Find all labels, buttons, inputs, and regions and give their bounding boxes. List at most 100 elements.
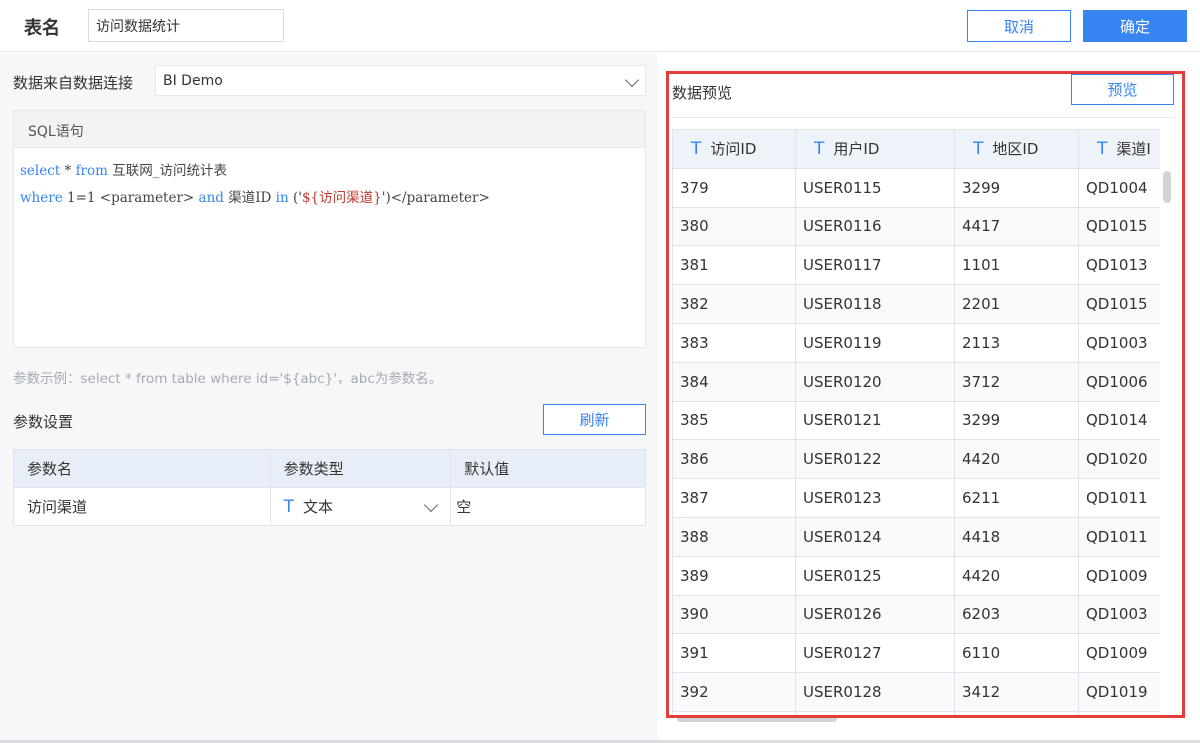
- preview-table-header: T 访问ID T 用户ID T 地区ID T 渠道I: [672, 129, 1160, 169]
- table-cell: QD1015: [1078, 206, 1160, 247]
- table-row: 381 USER0117 1101 QD1013: [672, 245, 1160, 286]
- table-cell: 6211: [954, 478, 1079, 518]
- table-row: 388 USER0124 4418 QD1011: [672, 516, 1160, 557]
- table-cell: QD1015: [1078, 284, 1160, 324]
- table-cell: USER0117: [795, 245, 955, 286]
- horizontal-scrollbar[interactable]: [677, 716, 837, 722]
- table-cell: USER0125: [795, 555, 955, 596]
- table-row: 385 USER0121 3299 QD1014: [672, 400, 1160, 441]
- table-cell: USER0119: [795, 322, 955, 363]
- table-row: [672, 710, 1160, 715]
- table-cell: 389: [672, 555, 796, 596]
- table-row: 392 USER0128 3412 QD1019: [672, 672, 1160, 712]
- table-row: 379 USER0115 3299 QD1004: [672, 167, 1160, 208]
- table-row: 384 USER0120 3712 QD1006: [672, 361, 1160, 402]
- param-type-select[interactable]: T 文本: [269, 487, 452, 526]
- text-type-icon: T: [691, 139, 702, 160]
- table-row: 386 USER0122 4420 QD1020: [672, 439, 1160, 480]
- table-name-input[interactable]: [88, 9, 284, 42]
- text-type-icon: T: [1097, 139, 1108, 160]
- table-cell: QD1009: [1078, 633, 1160, 674]
- column-header-region-id[interactable]: T 地区ID: [954, 129, 1079, 169]
- table-cell: 4417: [954, 206, 1079, 247]
- preview-button[interactable]: 预览: [1071, 74, 1174, 105]
- table-cell: 4418: [954, 516, 1079, 557]
- table-row: 382 USER0118 2201 QD1015: [672, 284, 1160, 324]
- parameter-row: 访问渠道 T 文本 空: [13, 487, 646, 526]
- table-row: 390 USER0126 6203 QD1003: [672, 594, 1160, 635]
- table-cell: USER0124: [795, 516, 955, 557]
- refresh-button[interactable]: 刷新: [543, 404, 646, 435]
- table-row: 383 USER0119 2113 QD1003: [672, 322, 1160, 363]
- table-cell: 380: [672, 206, 796, 247]
- table-cell: 387: [672, 478, 796, 518]
- table-cell: 386: [672, 439, 796, 480]
- table-row: 380 USER0116 4417 QD1015: [672, 206, 1160, 247]
- table-row: 387 USER0123 6211 QD1011: [672, 478, 1160, 518]
- table-cell: USER0123: [795, 478, 955, 518]
- table-cell: QD1006: [1078, 361, 1160, 402]
- table-cell: 384: [672, 361, 796, 402]
- sql-editor-title: SQL语句: [14, 111, 645, 148]
- table-cell: QD1003: [1078, 594, 1160, 635]
- table-cell: [795, 710, 955, 715]
- parameter-table-header: 参数名 参数类型 默认值: [13, 449, 646, 488]
- sql-line-2: where 1=1 <parameter> and 渠道ID in ('${访问…: [20, 190, 490, 206]
- table-cell: 2113: [954, 322, 1079, 363]
- table-cell: USER0127: [795, 633, 955, 674]
- table-cell: QD1020: [1078, 439, 1160, 480]
- datasource-selected: BI Demo: [163, 72, 223, 89]
- table-cell: 3299: [954, 167, 1079, 208]
- parameter-table: 参数名 参数类型 默认值 访问渠道 T 文本 空: [13, 449, 646, 526]
- column-header-param-type: 参数类型: [269, 449, 452, 488]
- datasource-select[interactable]: BI Demo: [155, 65, 646, 96]
- table-cell: 1101: [954, 245, 1079, 286]
- column-header-visit-id[interactable]: T 访问ID: [672, 129, 796, 169]
- table-cell: USER0122: [795, 439, 955, 480]
- table-row: 391 USER0127 6110 QD1009: [672, 633, 1160, 674]
- column-header-default-value: 默认值: [450, 449, 646, 488]
- chevron-down-icon: [424, 497, 439, 513]
- table-cell: 3299: [954, 400, 1079, 441]
- table-cell: QD1013: [1078, 245, 1160, 286]
- table-cell: USER0126: [795, 594, 955, 635]
- cancel-button[interactable]: 取消: [967, 10, 1071, 42]
- table-cell: 383: [672, 322, 796, 363]
- text-type-icon: T: [814, 139, 825, 160]
- table-cell: USER0120: [795, 361, 955, 402]
- table-name-label: 表名: [24, 18, 60, 39]
- table-cell: 382: [672, 284, 796, 324]
- table-cell: 6203: [954, 594, 1079, 635]
- param-type-value: 文本: [302, 498, 333, 516]
- table-cell: [672, 710, 796, 715]
- sql-line-1: select * from 互联网_访问统计表: [20, 163, 227, 179]
- table-cell: 379: [672, 167, 796, 208]
- data-preview-title: 数据预览: [672, 84, 733, 102]
- text-type-icon: T: [973, 139, 984, 160]
- table-cell: [954, 710, 1079, 715]
- confirm-button[interactable]: 确定: [1083, 10, 1187, 42]
- table-cell: 3712: [954, 361, 1079, 402]
- column-header-param-name: 参数名: [13, 449, 271, 488]
- parameter-hint: 参数示例：select * from table where id='${abc…: [13, 371, 443, 387]
- table-row: 389 USER0125 4420 QD1009: [672, 555, 1160, 596]
- column-header-channel-id[interactable]: T 渠道I: [1078, 129, 1160, 169]
- table-cell: 390: [672, 594, 796, 635]
- sql-editor[interactable]: SQL语句 select * from 互联网_访问统计表 where 1=1 …: [13, 110, 646, 348]
- table-cell: QD1003: [1078, 322, 1160, 363]
- default-value-input[interactable]: 空: [450, 487, 646, 526]
- column-header-user-id[interactable]: T 用户ID: [795, 129, 955, 169]
- vertical-scrollbar[interactable]: [1163, 171, 1171, 203]
- table-cell: USER0128: [795, 672, 955, 712]
- preview-table: T 访问ID T 用户ID T 地区ID T 渠道I 379 USER0115 3299 QD…: [672, 129, 1160, 715]
- table-cell: USER0118: [795, 284, 955, 324]
- parameter-settings-title: 参数设置: [13, 413, 74, 431]
- table-cell: USER0116: [795, 206, 955, 247]
- preview-grid[interactable]: T 访问ID T 用户ID T 地区ID T 渠道I 379 USER0115 3299 QD…: [672, 129, 1160, 715]
- table-cell: QD1004: [1078, 167, 1160, 208]
- table-cell: 2201: [954, 284, 1079, 324]
- table-cell: [1078, 710, 1160, 715]
- table-cell: QD1011: [1078, 516, 1160, 557]
- text-type-icon: T: [283, 497, 294, 517]
- table-cell: QD1009: [1078, 555, 1160, 596]
